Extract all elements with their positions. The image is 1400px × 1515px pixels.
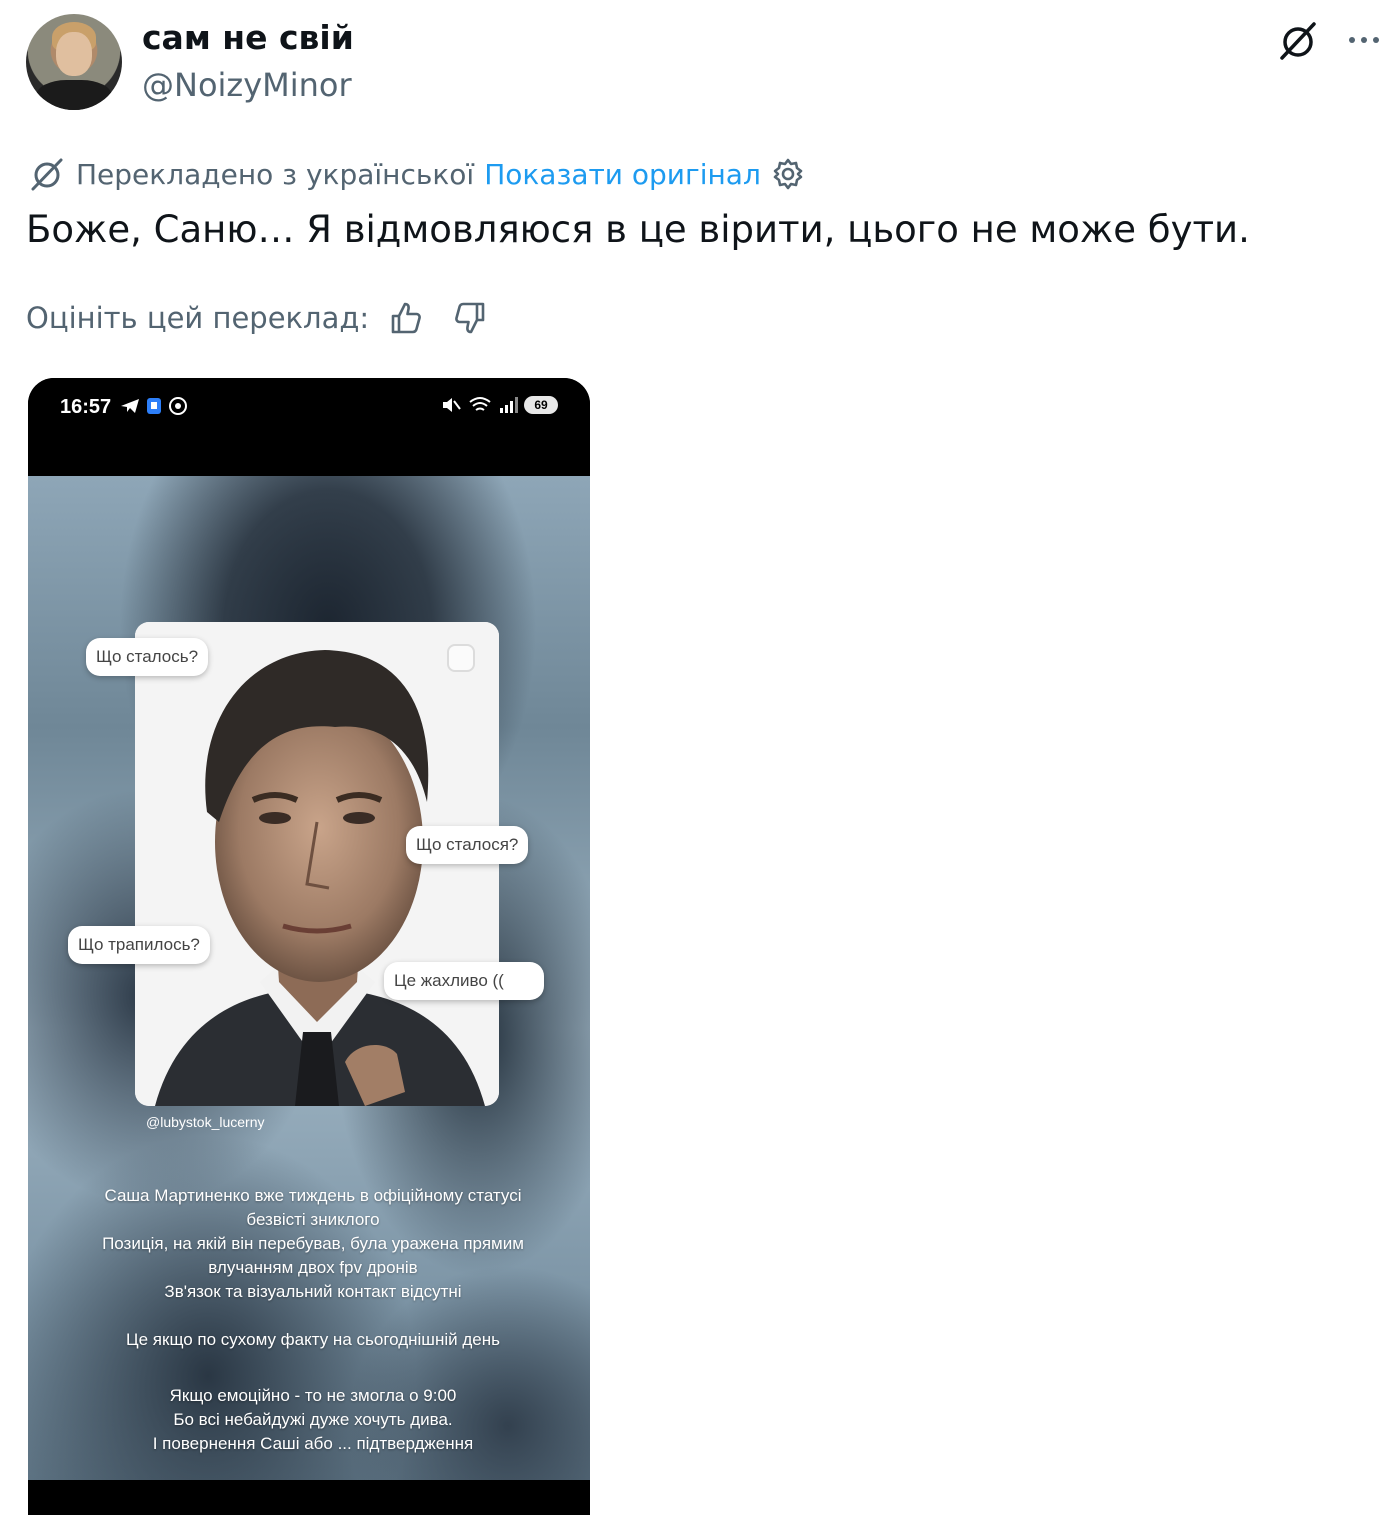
whatsapp-icon bbox=[169, 397, 187, 415]
tweet-media-image[interactable]: 16:57 69 Що сталось? Що сталося? Що трап… bbox=[28, 378, 590, 1515]
mute-icon bbox=[443, 398, 461, 412]
translate-grok-icon bbox=[31, 158, 63, 191]
story-paragraph-2: Це якщо по сухому факту на сьогоднішній … bbox=[88, 1328, 538, 1352]
battery-indicator: 69 bbox=[524, 396, 558, 414]
thumbs-down-icon[interactable] bbox=[451, 298, 491, 338]
phone-status-bar: 16:57 69 bbox=[28, 378, 590, 476]
status-time: 16:57 bbox=[60, 396, 112, 418]
story-line: Це якщо по сухому факту на сьогоднішній … bbox=[126, 1330, 500, 1349]
translated-from-label: Перекладено з української bbox=[76, 157, 475, 191]
signal-icon bbox=[500, 397, 518, 413]
rate-translation-label: Оцініть цей переклад: bbox=[26, 301, 370, 335]
story-line: влучанням двох fpv дронів bbox=[208, 1258, 418, 1277]
story-line: Саша Мартиненко вже тиждень в офіційному… bbox=[104, 1186, 522, 1205]
author-handle[interactable]: @NoizyMinor bbox=[142, 66, 352, 104]
story-line: безвісті зниклого bbox=[246, 1210, 380, 1229]
portrait-photo-card bbox=[135, 622, 499, 1106]
tweet-text: Боже, Саню… Я відмовляюся в це вірити, ц… bbox=[26, 208, 1250, 251]
sticker-what-happened-1: Що сталось? bbox=[86, 638, 209, 676]
thumbs-up-icon[interactable] bbox=[385, 298, 425, 338]
story-paragraph-3: Якщо емоційно - то не змогла о 9:00 Бо в… bbox=[88, 1384, 538, 1456]
telegram-icon bbox=[121, 399, 139, 413]
card-checkbox-icon bbox=[447, 644, 475, 672]
rate-translation-row: Оцініть цей переклад: bbox=[26, 296, 491, 340]
wifi-icon bbox=[469, 397, 491, 411]
avatar-face bbox=[56, 32, 92, 76]
show-original-link[interactable]: Показати оригінал bbox=[484, 158, 761, 191]
story-line: Бо всі небайдужі дуже хочуть дива. bbox=[173, 1410, 453, 1429]
story-line: Позиція, на якій він перебував, була ура… bbox=[102, 1234, 524, 1253]
avatar[interactable] bbox=[26, 14, 122, 110]
story-line: І повернення Саші або ... підтвердження bbox=[152, 1434, 474, 1453]
story-line: Зв'язок та візуальний контакт відсутні bbox=[164, 1282, 462, 1301]
settings-gear-icon[interactable] bbox=[771, 157, 805, 191]
story-background: Що сталось? Що сталося? Що трапилось? Це… bbox=[28, 476, 590, 1480]
story-paragraph-1: Саша Мартиненко вже тиждень в офіційному… bbox=[88, 1184, 538, 1304]
translation-row: Перекладено з української Показати оригі… bbox=[28, 154, 805, 194]
grok-icon[interactable] bbox=[1278, 20, 1320, 62]
sticker-terrible: Це жахливо (( bbox=[384, 962, 544, 1000]
more-options-icon[interactable] bbox=[1344, 20, 1384, 60]
sticker-what-happened-2: Що сталося? bbox=[406, 826, 529, 864]
sticker-what-happened-3: Що трапилось? bbox=[68, 926, 210, 964]
author-display-name[interactable]: сам не свій bbox=[142, 18, 354, 57]
shield-app-icon bbox=[147, 398, 161, 414]
avatar-shirt bbox=[36, 80, 112, 110]
portrait-image bbox=[135, 622, 499, 1106]
story-user-tag: @lubystok_lucerny bbox=[146, 1114, 265, 1130]
story-line: Якщо емоційно - то не змогла о 9:00 bbox=[169, 1386, 457, 1405]
status-system-icons: 69 bbox=[440, 396, 558, 414]
status-app-icons bbox=[120, 396, 188, 416]
phone-bottom-bar bbox=[28, 1480, 590, 1515]
